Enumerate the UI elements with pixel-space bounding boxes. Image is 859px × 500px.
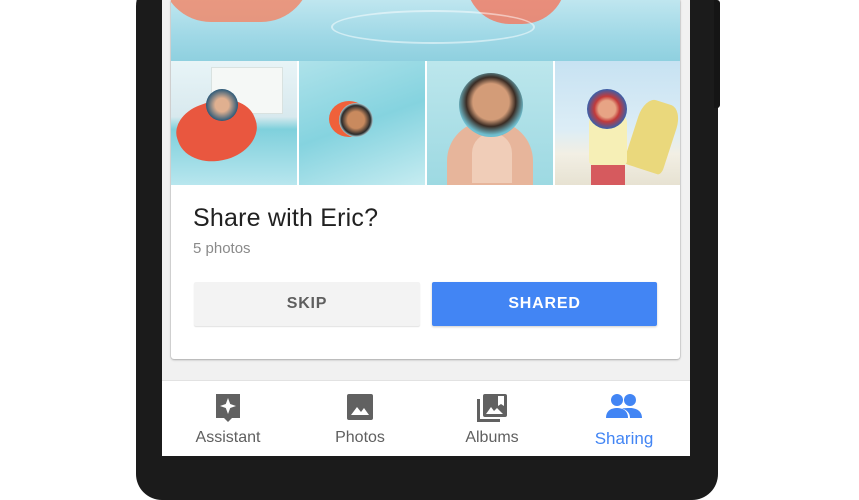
sharing-icon bbox=[606, 393, 642, 424]
nav-label: Sharing bbox=[594, 429, 654, 448]
photo-thumbnail[interactable] bbox=[171, 61, 297, 185]
nav-item-albums[interactable]: Albums bbox=[426, 381, 558, 456]
nav-item-assistant[interactable]: Assistant bbox=[162, 381, 294, 456]
photo-thumbnail[interactable] bbox=[299, 61, 425, 185]
nav-label: Photos bbox=[335, 429, 385, 446]
share-suggestion-card: Share with Eric? 5 photos SKIP SHARED bbox=[171, 0, 680, 359]
face-highlight bbox=[459, 73, 523, 137]
shared-button[interactable]: SHARED bbox=[432, 282, 657, 326]
photos-icon bbox=[346, 393, 374, 426]
assistant-icon bbox=[214, 393, 242, 428]
share-title: Share with Eric? bbox=[193, 204, 379, 232]
face-highlight bbox=[587, 89, 627, 129]
nav-label: Assistant bbox=[195, 429, 261, 446]
face-highlight bbox=[206, 89, 238, 121]
nav-item-photos[interactable]: Photos bbox=[294, 381, 426, 456]
bottom-navigation: Assistant Photos Albums Sharing bbox=[162, 380, 690, 456]
app-screen: Share with Eric? 5 photos SKIP SHARED As… bbox=[162, 0, 690, 456]
skip-button[interactable]: SKIP bbox=[194, 282, 420, 326]
photo-thumbnail[interactable] bbox=[427, 61, 553, 185]
photo-count: 5 photos bbox=[193, 240, 251, 257]
face-highlight bbox=[339, 103, 373, 137]
photo-thumbnail[interactable] bbox=[555, 61, 680, 185]
nav-label: Albums bbox=[465, 429, 519, 446]
nav-item-sharing[interactable]: Sharing bbox=[558, 381, 690, 456]
photo-thumbnails bbox=[171, 61, 680, 185]
phone-side-button bbox=[714, 0, 720, 108]
hero-photo[interactable] bbox=[171, 0, 680, 61]
albums-icon bbox=[476, 393, 508, 428]
